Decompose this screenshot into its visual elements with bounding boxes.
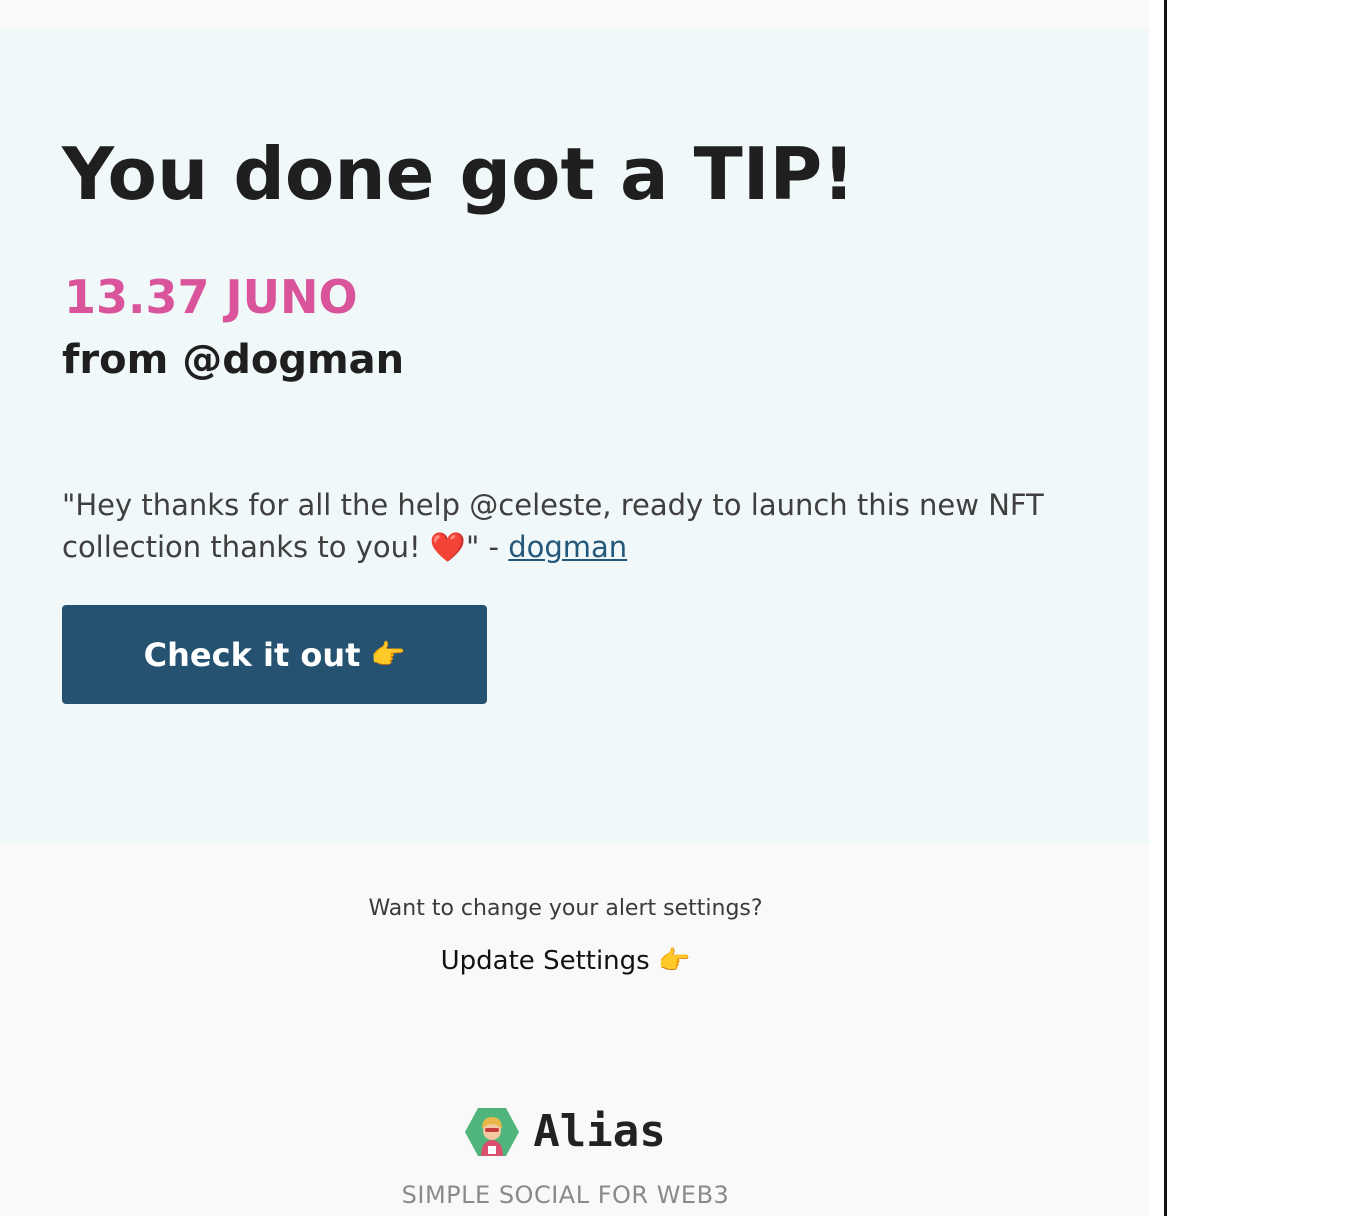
tip-message: "Hey thanks for all the help @celeste, r… — [62, 484, 1072, 568]
update-settings-label: Update Settings — [440, 946, 650, 976]
author-link[interactable]: dogman — [508, 530, 627, 564]
check-it-out-button[interactable]: Check it out 👉 — [62, 605, 487, 704]
pointing-right-icon: 👉 — [657, 946, 691, 976]
update-settings-link[interactable]: Update Settings 👉 — [0, 942, 1131, 980]
window-divider — [1164, 0, 1167, 1216]
page-title: You done got a TIP! — [62, 132, 856, 216]
brand-tagline: SIMPLE SOCIAL FOR WEB3 — [401, 1181, 730, 1209]
superhero-hexagon-icon — [465, 1107, 520, 1157]
email-viewport: You done got a TIP! 13.37 JUNO from @dog… — [0, 0, 1364, 1216]
check-it-out-label: Check it out — [143, 635, 361, 674]
email-body: You done got a TIP! 13.37 JUNO from @dog… — [0, 0, 1149, 1216]
pointing-right-icon: 👉 — [370, 638, 406, 671]
brand-block: Alias — [0, 1104, 1131, 1160]
tip-amount: 13.37 JUNO — [64, 270, 358, 324]
alert-settings-question: Want to change your alert settings? — [368, 896, 763, 921]
tip-sender: from @dogman — [62, 337, 405, 383]
brand-name: Alias — [533, 1106, 666, 1157]
